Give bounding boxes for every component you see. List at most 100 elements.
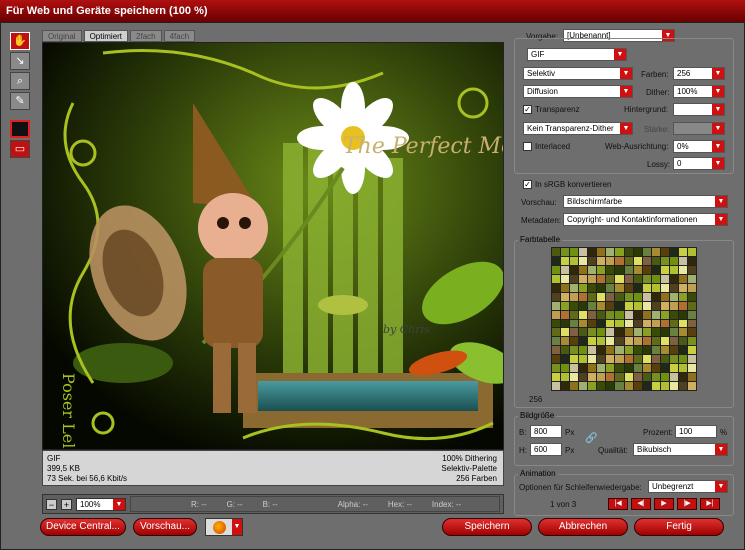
color-swatch[interactable] bbox=[624, 328, 633, 337]
color-swatch[interactable] bbox=[633, 265, 642, 274]
color-swatch[interactable] bbox=[606, 292, 615, 301]
color-swatch[interactable] bbox=[606, 310, 615, 319]
color-swatch[interactable] bbox=[669, 248, 678, 256]
color-swatch[interactable] bbox=[642, 346, 651, 355]
color-swatch[interactable] bbox=[687, 319, 696, 328]
color-swatch[interactable] bbox=[606, 301, 615, 310]
color-swatch[interactable] bbox=[579, 265, 588, 274]
color-swatch[interactable] bbox=[579, 256, 588, 265]
color-swatch[interactable] bbox=[606, 274, 615, 283]
color-swatch[interactable] bbox=[588, 265, 597, 274]
color-swatch[interactable] bbox=[624, 256, 633, 265]
color-swatch[interactable] bbox=[642, 337, 651, 346]
color-swatch[interactable] bbox=[669, 328, 678, 337]
color-swatch[interactable] bbox=[606, 337, 615, 346]
link-icon[interactable]: 🔗 bbox=[585, 433, 597, 444]
color-swatch[interactable] bbox=[552, 373, 561, 382]
color-swatch[interactable] bbox=[651, 346, 660, 355]
tab-2up[interactable]: 2fach bbox=[130, 30, 162, 42]
color-swatch[interactable] bbox=[642, 328, 651, 337]
color-swatch[interactable] bbox=[660, 301, 669, 310]
color-swatch[interactable] bbox=[570, 265, 579, 274]
color-swatch[interactable] bbox=[624, 373, 633, 382]
color-swatch[interactable] bbox=[597, 292, 606, 301]
color-swatch[interactable] bbox=[561, 265, 570, 274]
color-swatch[interactable] bbox=[579, 310, 588, 319]
color-swatch[interactable] bbox=[597, 256, 606, 265]
color-swatch[interactable] bbox=[678, 248, 687, 256]
color-swatch[interactable] bbox=[669, 274, 678, 283]
color-swatch[interactable] bbox=[633, 382, 642, 390]
color-swatch[interactable] bbox=[642, 319, 651, 328]
color-swatch[interactable] bbox=[615, 355, 624, 364]
color-swatch[interactable] bbox=[642, 248, 651, 256]
color-swatch[interactable] bbox=[570, 310, 579, 319]
color-swatch[interactable] bbox=[579, 328, 588, 337]
color-swatch[interactable] bbox=[570, 274, 579, 283]
interlaced-checkbox[interactable] bbox=[523, 142, 532, 151]
color-swatch[interactable] bbox=[615, 292, 624, 301]
color-swatch[interactable] bbox=[579, 355, 588, 364]
color-swatch[interactable] bbox=[651, 364, 660, 373]
tab-4up[interactable]: 4fach bbox=[163, 30, 196, 42]
color-swatch[interactable] bbox=[651, 373, 660, 382]
color-swatch[interactable] bbox=[660, 373, 669, 382]
color-swatch[interactable] bbox=[651, 382, 660, 390]
color-swatch[interactable] bbox=[597, 283, 606, 292]
cancel-button[interactable]: Abbrechen bbox=[538, 518, 628, 536]
color-swatch[interactable] bbox=[570, 319, 579, 328]
color-swatch[interactable] bbox=[660, 248, 669, 256]
color-swatch[interactable] bbox=[597, 319, 606, 328]
color-swatch[interactable] bbox=[624, 292, 633, 301]
color-swatch[interactable] bbox=[606, 346, 615, 355]
color-swatch[interactable] bbox=[678, 292, 687, 301]
srgb-checkbox[interactable]: ✓ bbox=[523, 180, 532, 189]
color-swatch[interactable] bbox=[597, 310, 606, 319]
color-swatch[interactable] bbox=[678, 283, 687, 292]
color-swatch[interactable] bbox=[678, 364, 687, 373]
color-swatch[interactable] bbox=[633, 248, 642, 256]
color-swatch[interactable] bbox=[561, 355, 570, 364]
color-swatch[interactable] bbox=[606, 364, 615, 373]
color-swatch[interactable] bbox=[561, 319, 570, 328]
play-icon[interactable]: ▶ bbox=[654, 498, 674, 510]
color-swatch[interactable] bbox=[606, 328, 615, 337]
color-swatch[interactable] bbox=[552, 310, 561, 319]
color-swatch[interactable] bbox=[633, 373, 642, 382]
color-swatch[interactable] bbox=[669, 283, 678, 292]
color-swatch[interactable] bbox=[615, 319, 624, 328]
color-swatch[interactable] bbox=[624, 346, 633, 355]
color-swatch[interactable] bbox=[687, 337, 696, 346]
color-swatch[interactable] bbox=[552, 382, 561, 390]
color-swatch[interactable] bbox=[588, 364, 597, 373]
color-swatch[interactable] bbox=[687, 292, 696, 301]
color-swatch[interactable] bbox=[606, 319, 615, 328]
color-swatch[interactable] bbox=[561, 301, 570, 310]
color-swatch[interactable] bbox=[642, 355, 651, 364]
color-swatch[interactable] bbox=[615, 337, 624, 346]
color-swatch[interactable] bbox=[642, 274, 651, 283]
format-select[interactable]: GIF ▼ bbox=[527, 48, 627, 61]
color-swatch[interactable] bbox=[552, 301, 561, 310]
colors-select[interactable]: 256 ▼ bbox=[673, 67, 725, 80]
transparency-dither-select[interactable]: Kein Transparenz-Dither ▼ bbox=[523, 122, 633, 135]
color-swatch[interactable] bbox=[669, 310, 678, 319]
color-swatch[interactable] bbox=[624, 283, 633, 292]
color-swatch[interactable] bbox=[570, 346, 579, 355]
color-swatch[interactable] bbox=[669, 265, 678, 274]
color-swatch[interactable] bbox=[597, 248, 606, 256]
color-swatch[interactable] bbox=[552, 256, 561, 265]
color-swatch[interactable] bbox=[633, 301, 642, 310]
color-swatch[interactable] bbox=[561, 364, 570, 373]
color-swatch[interactable] bbox=[642, 301, 651, 310]
preview-select[interactable]: Bildschirmfarbe ▼ bbox=[563, 195, 728, 208]
color-swatch[interactable] bbox=[678, 274, 687, 283]
color-swatch[interactable] bbox=[597, 337, 606, 346]
color-swatch[interactable] bbox=[633, 256, 642, 265]
color-swatch[interactable] bbox=[669, 382, 678, 390]
tab-original[interactable]: Original bbox=[42, 30, 82, 42]
color-swatch[interactable] bbox=[552, 319, 561, 328]
color-swatch[interactable] bbox=[660, 274, 669, 283]
color-swatch[interactable] bbox=[660, 265, 669, 274]
color-swatch[interactable] bbox=[615, 310, 624, 319]
